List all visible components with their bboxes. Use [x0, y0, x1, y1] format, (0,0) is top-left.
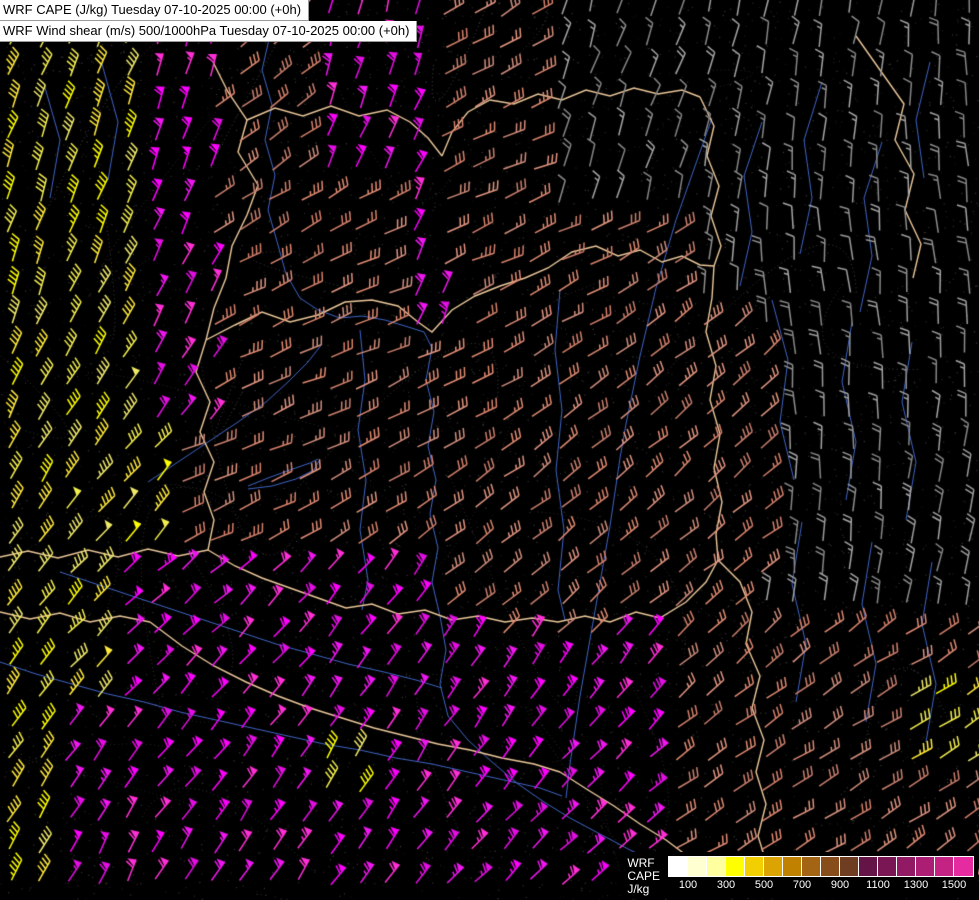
cape-legend: WRF CAPE J/kg 100 300 500 700 900 1100 1300 150…: [620, 852, 978, 898]
legend-cell: [821, 857, 840, 876]
legend-tick-label: 300: [717, 879, 735, 891]
legend-title-units: J/kg: [627, 883, 660, 896]
legend-title: WRF CAPE J/kg: [627, 857, 660, 896]
legend-scale: 100 300 500 700 900 1100 1300 1500: [668, 856, 974, 893]
legend-cell: [935, 857, 954, 876]
legend-cell: [878, 857, 897, 876]
legend-tick-labels: 100 300 500 700 900 1100 1300 1500: [668, 879, 974, 893]
map-title-windshear: WRF Wind shear (m/s) 500/1000hPa Tuesday…: [0, 21, 417, 42]
legend-colorbar: [668, 856, 974, 877]
legend-cell: [897, 857, 916, 876]
map-title-cape: WRF CAPE (J/kg) Tuesday 07-10-2025 00:00…: [0, 0, 309, 21]
legend-cell: [726, 857, 745, 876]
legend-cell: [764, 857, 783, 876]
legend-cell: [669, 857, 688, 876]
weather-map-canvas: [0, 0, 979, 900]
legend-cell: [688, 857, 707, 876]
legend-cell: [916, 857, 935, 876]
legend-tick-label: 700: [793, 879, 811, 891]
legend-tick-label: 100: [679, 879, 697, 891]
legend-cell: [783, 857, 802, 876]
legend-cell: [707, 857, 726, 876]
legend-cell: [859, 857, 878, 876]
legend-tick-label: 1300: [904, 879, 928, 891]
legend-tick-label: 1100: [866, 879, 890, 891]
weather-map-page: WRF CAPE (J/kg) Tuesday 07-10-2025 00:00…: [0, 0, 979, 900]
legend-cell: [802, 857, 821, 876]
legend-cell: [954, 857, 973, 876]
legend-tick-label: 1500: [942, 879, 966, 891]
legend-cell: [745, 857, 764, 876]
legend-cell: [840, 857, 859, 876]
legend-tick-label: 500: [755, 879, 773, 891]
legend-tick-label: 900: [831, 879, 849, 891]
